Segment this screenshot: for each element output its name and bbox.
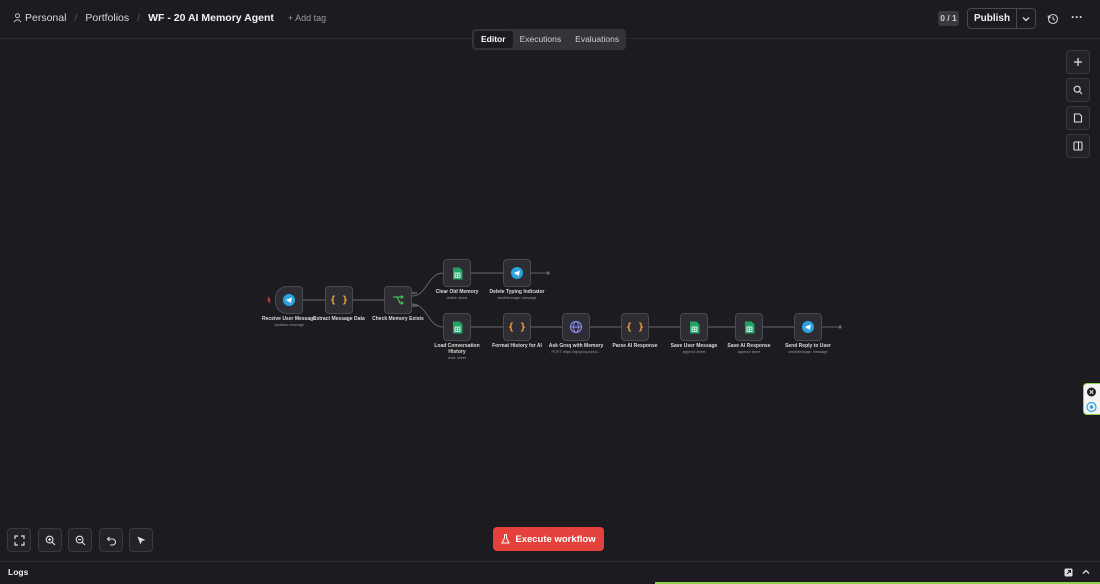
trigger-bolt-icon bbox=[267, 296, 271, 304]
execute-workflow-button[interactable]: Execute workflow bbox=[493, 527, 604, 551]
node-check-memory-exists[interactable] bbox=[384, 286, 412, 314]
zoom-out-icon bbox=[75, 535, 85, 545]
telegram-icon bbox=[511, 267, 523, 279]
undo-button[interactable] bbox=[99, 528, 123, 552]
node-label: Check Memory Exists bbox=[372, 316, 424, 322]
node-format-history-for-ai[interactable]: { } bbox=[503, 313, 531, 341]
google-sheets-icon bbox=[744, 321, 754, 333]
node-clear-old-memory[interactable] bbox=[443, 259, 471, 287]
flask-icon bbox=[501, 534, 511, 544]
node-extract-message-data[interactable]: { } bbox=[325, 286, 353, 314]
fit-view-button[interactable] bbox=[7, 528, 31, 552]
node-label: Delete Typing Indicator bbox=[489, 289, 545, 295]
output-handle bbox=[546, 271, 550, 275]
node-sublabel: Updates: message bbox=[274, 323, 304, 327]
telegram-icon bbox=[802, 321, 814, 333]
node-sublabel: POST: https://api.groq.com/o... bbox=[551, 350, 601, 354]
cursor-icon bbox=[137, 536, 145, 544]
zoom-in-icon bbox=[45, 535, 55, 545]
logs-label: Logs bbox=[8, 567, 29, 577]
fullscreen-icon bbox=[13, 534, 25, 546]
zoom-out-button[interactable] bbox=[68, 528, 92, 552]
select-tool-button[interactable] bbox=[129, 528, 153, 552]
switch-icon bbox=[393, 294, 405, 306]
logs-panel-bar[interactable]: Logs bbox=[0, 561, 1100, 582]
node-delete-typing-indicator[interactable] bbox=[503, 259, 531, 287]
google-sheets-icon bbox=[689, 321, 699, 333]
undo-icon bbox=[106, 536, 116, 546]
output-handle bbox=[838, 325, 842, 329]
node-save-ai-response[interactable] bbox=[735, 313, 763, 341]
node-send-reply-to-user[interactable] bbox=[794, 313, 822, 341]
node-parse-ai-response[interactable]: { } bbox=[621, 313, 649, 341]
chevron-up-icon[interactable] bbox=[1082, 569, 1090, 575]
node-sublabel: read: sheet bbox=[448, 356, 466, 360]
node-load-conversation-history[interactable] bbox=[443, 313, 471, 341]
node-sublabel: sendMessage: message bbox=[497, 296, 537, 300]
code-braces-icon: { } bbox=[329, 294, 349, 306]
node-sublabel: sendMessage: message bbox=[788, 350, 828, 354]
popout-icon[interactable] bbox=[1064, 568, 1073, 577]
code-braces-icon: { } bbox=[625, 321, 645, 333]
globe-icon bbox=[569, 320, 583, 334]
google-sheets-icon bbox=[452, 321, 462, 333]
execute-workflow-label: Execute workflow bbox=[515, 533, 596, 545]
telegram-icon bbox=[283, 294, 295, 306]
node-ask-groq-with-memory[interactable] bbox=[562, 313, 590, 341]
node-label: Send Reply to User bbox=[785, 343, 831, 349]
node-save-user-message[interactable] bbox=[680, 313, 708, 341]
zoom-in-button[interactable] bbox=[38, 528, 62, 552]
google-sheets-icon bbox=[452, 267, 462, 279]
code-braces-icon: { } bbox=[507, 321, 527, 333]
node-receive-user-message[interactable] bbox=[275, 286, 303, 314]
